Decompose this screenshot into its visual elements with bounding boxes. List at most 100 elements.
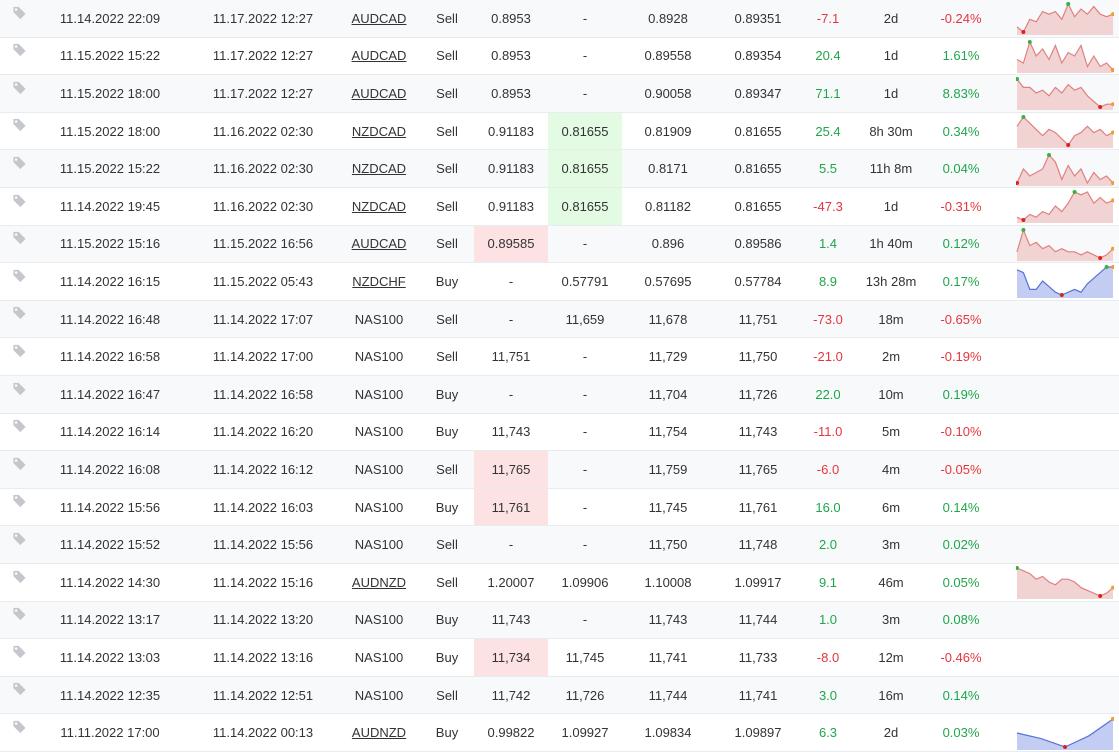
tag-icon[interactable]	[4, 302, 34, 324]
duration: 16m	[878, 687, 904, 703]
tag-icon[interactable]	[4, 640, 34, 662]
symbol-link[interactable]: AUDNZD	[343, 564, 415, 601]
tag-icon[interactable]	[4, 76, 34, 98]
table-row[interactable]: 11.14.2022 13:17 11.14.2022 13:20 NAS100 Bu…	[0, 601, 1119, 640]
tag-icon[interactable]	[4, 1, 34, 23]
symbol-link[interactable]: AUDCAD	[343, 75, 415, 112]
symbol-link[interactable]: AUDNZD	[343, 714, 415, 751]
open-price: 11,745	[648, 499, 688, 515]
open-price: 0.8171	[648, 161, 688, 177]
table-row[interactable]: 11.14.2022 16:48 11.14.2022 17:07 NAS100 Se…	[0, 300, 1119, 339]
tag-icon[interactable]	[4, 39, 34, 61]
symbol-link[interactable]: AUDCAD	[343, 0, 415, 37]
table-row[interactable]: 11.14.2022 16:15 11.15.2022 05:43 NZDCHF Bu…	[0, 263, 1119, 301]
table-row[interactable]: 11.11.2022 17:00 11.14.2022 00:13 AUDNZD Bu…	[0, 714, 1119, 752]
tag-icon[interactable]	[4, 189, 34, 211]
table-row[interactable]: 11.14.2022 16:08 11.14.2022 16:12 NAS100 Se…	[0, 451, 1119, 489]
gain-percent: -0.24%	[940, 10, 982, 26]
take-profit: -	[582, 85, 588, 101]
take-profit: 1.09906	[561, 574, 609, 590]
symbol-link[interactable]: AUDCAD	[343, 226, 415, 263]
duration: 1h 40m	[869, 236, 913, 252]
close-price: 0.57784	[734, 273, 782, 289]
tag-icon[interactable]	[4, 452, 34, 474]
table-row[interactable]: 11.14.2022 22:09 11.17.2022 12:27 AUDCAD Se…	[0, 0, 1119, 38]
stop-loss: 11,742	[491, 687, 531, 703]
table-row[interactable]: 11.15.2022 15:16 11.15.2022 16:56 AUDCAD Se…	[0, 225, 1119, 264]
close-price: 0.89351	[734, 10, 782, 26]
close-date: 11.17.2022 12:27	[212, 48, 314, 64]
open-date: 11.15.2022 15:16	[59, 236, 161, 252]
close-date: 11.14.2022 16:03	[212, 499, 314, 515]
stop-loss: 11,751	[491, 349, 531, 365]
table-row[interactable]: 11.14.2022 13:03 11.14.2022 13:16 NAS100 Bu…	[0, 639, 1119, 677]
tag-icon[interactable]	[4, 490, 34, 512]
symbol-label: NAS100	[354, 386, 404, 402]
open-price: 0.81909	[644, 123, 692, 139]
open-date: 11.15.2022 15:22	[59, 161, 161, 177]
symbol-link[interactable]: NZDCAD	[343, 188, 415, 225]
close-date: 11.14.2022 12:51	[212, 687, 314, 703]
table-row[interactable]: 11.15.2022 15:22 11.17.2022 12:27 AUDCAD Se…	[0, 37, 1119, 76]
tag-icon[interactable]	[4, 565, 34, 587]
duration: 2d	[883, 725, 899, 741]
close-date: 11.14.2022 13:20	[212, 612, 314, 628]
sparkline-min-dot	[1021, 30, 1026, 35]
stop-loss: 1.20007	[487, 574, 535, 590]
trade-type: Sell	[436, 10, 458, 26]
trade-history-table: 11.14.2022 22:09 11.17.2022 12:27 AUDCAD Se…	[0, 0, 1119, 752]
tag-icon[interactable]	[4, 114, 34, 136]
table-row[interactable]: 11.14.2022 15:52 11.14.2022 15:56 NAS100 Se…	[0, 526, 1119, 564]
tag-icon[interactable]	[4, 151, 34, 173]
sparkline-max-dot	[1027, 39, 1032, 44]
symbol-link[interactable]: NZDCAD	[343, 113, 415, 150]
tag-icon[interactable]	[4, 377, 34, 399]
take-profit: -	[582, 537, 588, 553]
stop-loss: 11,743	[491, 424, 531, 440]
stop-loss: 11,761	[474, 488, 548, 526]
trade-type: Sell	[436, 574, 458, 590]
tag-icon[interactable]	[4, 339, 34, 361]
open-price: 11,678	[648, 311, 688, 327]
take-profit: 1.09927	[561, 725, 609, 741]
table-row[interactable]: 11.14.2022 19:45 11.16.2022 02:30 NZDCAD Se…	[0, 188, 1119, 226]
sparkline-max-dot	[1072, 190, 1077, 195]
symbol-label: NAS100	[354, 424, 404, 440]
tag-icon[interactable]	[4, 678, 34, 700]
take-profit: 11,726	[565, 687, 605, 703]
tag-icon[interactable]	[4, 264, 34, 286]
open-price: 0.89558	[644, 48, 692, 64]
pips-value: -47.3	[813, 198, 843, 214]
gain-percent: -0.46%	[940, 649, 982, 665]
sparkline-max-dot	[1066, 2, 1071, 7]
table-row[interactable]: 11.14.2022 12:35 11.14.2022 12:51 NAS100 Se…	[0, 676, 1119, 715]
gain-percent: -0.19%	[940, 349, 982, 365]
table-row[interactable]: 11.15.2022 15:22 11.16.2022 02:30 NZDCAD Se…	[0, 150, 1119, 188]
table-row[interactable]: 11.15.2022 18:00 11.17.2022 12:27 AUDCAD Se…	[0, 75, 1119, 113]
symbol-link[interactable]: NZDCAD	[343, 150, 415, 187]
tag-icon[interactable]	[4, 715, 34, 737]
tag-icon[interactable]	[4, 227, 34, 249]
open-price: 11,744	[648, 687, 688, 703]
gain-percent: -0.65%	[940, 311, 982, 327]
close-price: 11,765	[738, 461, 778, 477]
table-row[interactable]: 11.14.2022 14:30 11.14.2022 15:16 AUDNZD Se…	[0, 564, 1119, 602]
table-row[interactable]: 11.14.2022 16:58 11.14.2022 17:00 NAS100 Se…	[0, 338, 1119, 376]
table-row[interactable]: 11.15.2022 18:00 11.16.2022 02:30 NZDCAD Se…	[0, 112, 1119, 151]
trade-type: Buy	[435, 499, 459, 515]
duration: 46m	[878, 574, 904, 590]
symbol-link[interactable]: AUDCAD	[343, 38, 415, 75]
open-date: 11.14.2022 13:03	[59, 649, 161, 665]
symbol-label: NAS100	[354, 537, 404, 553]
table-row[interactable]: 11.14.2022 16:47 11.14.2022 16:58 NAS100 Bu…	[0, 376, 1119, 414]
table-row[interactable]: 11.14.2022 16:14 11.14.2022 16:20 NAS100 Bu…	[0, 413, 1119, 452]
tag-icon[interactable]	[4, 603, 34, 625]
stop-loss: 11,734	[474, 639, 548, 676]
pips-value: -21.0	[813, 349, 843, 365]
symbol-link[interactable]: NZDCHF	[343, 263, 415, 300]
open-price: 11,750	[648, 537, 688, 553]
tag-icon[interactable]	[4, 415, 34, 437]
open-date: 11.14.2022 19:45	[59, 198, 161, 214]
table-row[interactable]: 11.14.2022 15:56 11.14.2022 16:03 NAS100 Bu…	[0, 488, 1119, 527]
tag-icon[interactable]	[4, 527, 34, 549]
